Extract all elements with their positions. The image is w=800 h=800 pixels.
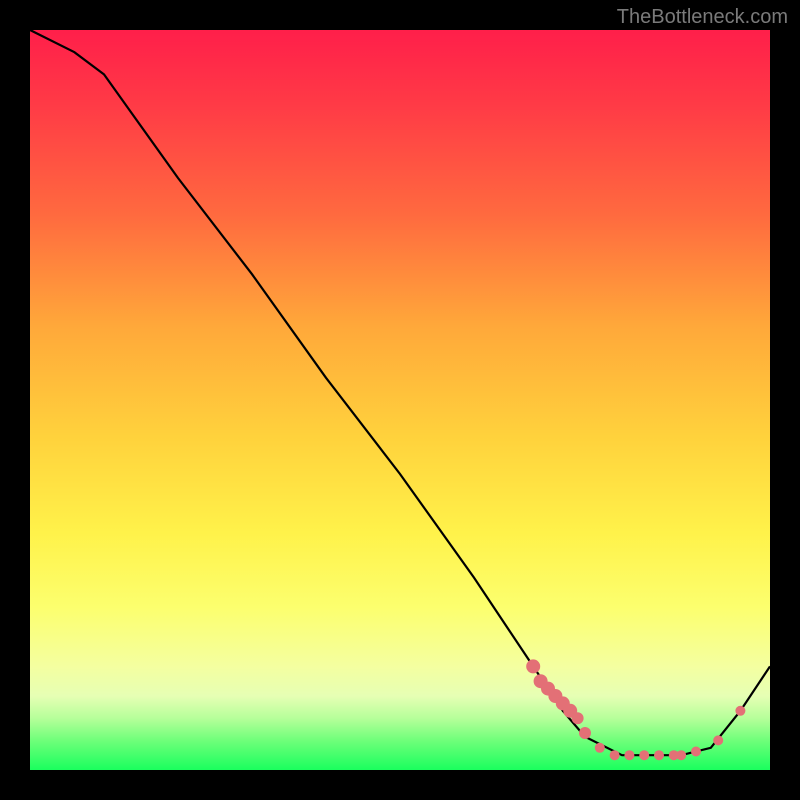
dot (676, 750, 686, 760)
dot (572, 712, 584, 724)
chart-overlay (30, 30, 770, 770)
dot (579, 727, 591, 739)
chart-stage: TheBottleneck.com (0, 0, 800, 800)
dot (735, 706, 745, 716)
dot (713, 735, 723, 745)
dot (595, 743, 605, 753)
dot (526, 659, 540, 673)
dot (691, 747, 701, 757)
dot (610, 750, 620, 760)
curve-line (30, 30, 770, 755)
dot (624, 750, 634, 760)
dot (654, 750, 664, 760)
watermark-text: TheBottleneck.com (617, 6, 788, 29)
dot (639, 750, 649, 760)
